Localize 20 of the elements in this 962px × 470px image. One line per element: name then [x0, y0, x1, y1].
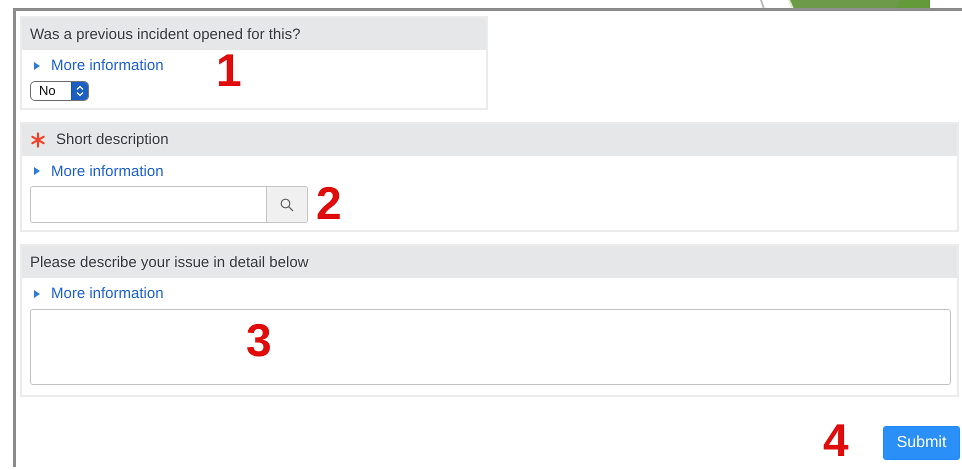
- more-information-link[interactable]: More information: [30, 57, 164, 74]
- more-information-link[interactable]: More information: [30, 162, 164, 180]
- text-area[interactable]: [30, 308, 951, 384]
- dropdown[interactable]: No: [30, 80, 89, 100]
- chevron-updown-icon: [76, 84, 84, 96]
- input-field[interactable]: [30, 186, 267, 223]
- triangle-icon: [33, 166, 41, 176]
- search-icon: [280, 198, 294, 212]
- question-label: Please describe your issue in detail below: [30, 254, 308, 270]
- question-label: Short description: [56, 131, 169, 148]
- annotation-number: 1: [216, 46, 242, 92]
- triangle-icon: [33, 288, 41, 298]
- submit-button[interactable]: Submit: [883, 426, 960, 460]
- triangle-icon: [33, 60, 41, 70]
- search-button[interactable]: [267, 186, 308, 223]
- annotation-number: 2: [316, 180, 342, 226]
- annotation-number: 4: [823, 416, 849, 462]
- question-label: Was a previous incident opened for this?: [30, 26, 300, 42]
- annotation-number: 3: [246, 316, 272, 362]
- more-information-link[interactable]: More information: [30, 285, 164, 302]
